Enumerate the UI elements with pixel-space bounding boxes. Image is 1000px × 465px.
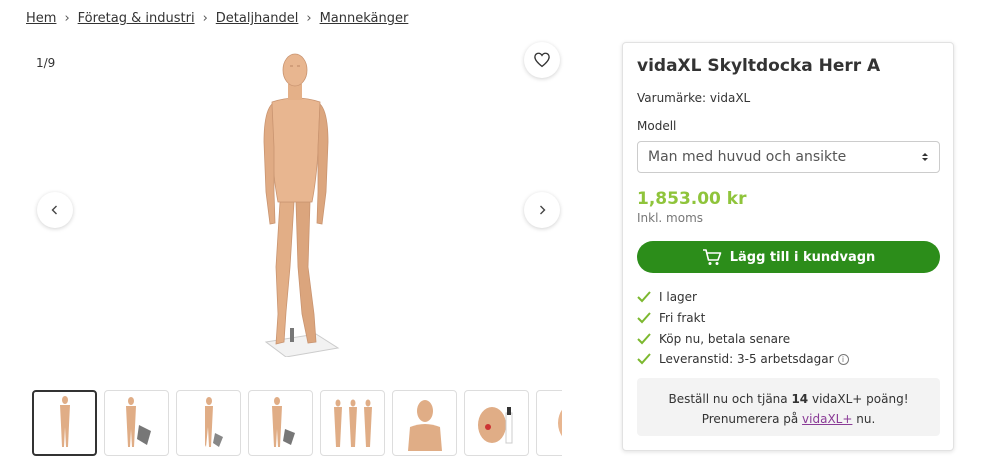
mannequin-detail-image bbox=[477, 407, 512, 444]
checkmark-icon bbox=[637, 312, 653, 324]
mannequin-thumb-image bbox=[333, 399, 372, 447]
model-select[interactable]: Man med huvud och ansikte bbox=[637, 141, 940, 173]
feature-text: Leveranstid: 3-5 arbetsdagar bbox=[659, 352, 834, 367]
breadcrumb-business-industry[interactable]: Företag & industri bbox=[78, 11, 195, 26]
thumbnail-3[interactable] bbox=[176, 390, 241, 456]
heart-icon bbox=[534, 52, 550, 68]
promo-text: nu. bbox=[852, 412, 876, 426]
checkmark-icon bbox=[637, 333, 653, 345]
mannequin-part-image bbox=[557, 409, 562, 437]
promo-text: Prenumerera på bbox=[701, 412, 803, 426]
feature-item: I lager bbox=[637, 287, 849, 308]
mannequin-thumb-image bbox=[125, 397, 151, 447]
thumbnail-2[interactable] bbox=[104, 390, 169, 456]
mannequin-thumb-image bbox=[204, 397, 223, 447]
add-to-cart-label: Lägg till i kundvagn bbox=[729, 249, 876, 265]
cart-icon bbox=[702, 249, 722, 265]
favorite-button[interactable] bbox=[524, 42, 560, 78]
mannequin-closeup-image bbox=[407, 400, 442, 451]
feature-text: Köp nu, betala senare bbox=[659, 331, 791, 346]
checkmark-icon bbox=[637, 291, 653, 303]
breadcrumb-separator: › bbox=[64, 11, 70, 26]
thumbnail-5[interactable] bbox=[320, 390, 385, 456]
breadcrumb-home[interactable]: Hem bbox=[26, 11, 56, 26]
breadcrumb: Hem › Företag & industri › Detaljhandel … bbox=[26, 11, 408, 26]
thumbnail-4[interactable] bbox=[248, 390, 313, 456]
feature-item: Fri frakt bbox=[637, 308, 849, 329]
next-image-button[interactable] bbox=[524, 192, 560, 228]
breadcrumb-separator: › bbox=[202, 11, 208, 26]
product-price: 1,853.00 kr bbox=[637, 189, 747, 209]
thumbnail-7[interactable] bbox=[464, 390, 529, 456]
feature-list: I lager Fri frakt Köp nu, betala senare … bbox=[637, 287, 849, 370]
product-gallery: 1/9 bbox=[26, 40, 560, 380]
feature-item: Leveranstid: 3-5 arbetsdagar i bbox=[637, 349, 849, 370]
thumbnail-8[interactable] bbox=[536, 390, 562, 456]
vidaxl-plus-link[interactable]: vidaXL+ bbox=[802, 412, 852, 426]
mannequin-thumb-image bbox=[271, 397, 295, 447]
breadcrumb-separator: › bbox=[306, 11, 312, 26]
thumbnail-strip bbox=[32, 390, 562, 458]
feature-text: I lager bbox=[659, 290, 697, 305]
mannequin-thumb-image bbox=[59, 396, 70, 447]
thumbnail-1[interactable] bbox=[32, 390, 97, 456]
feature-text: Fri frakt bbox=[659, 311, 706, 326]
loyalty-promo: Beställ nu och tjäna 14 vidaXL+ poäng! P… bbox=[637, 378, 940, 436]
chevron-right-icon bbox=[540, 205, 546, 215]
product-title: vidaXL Skyltdocka Herr A bbox=[637, 56, 881, 76]
product-info-panel: vidaXL Skyltdocka Herr A Varumärke: vida… bbox=[622, 42, 954, 451]
feature-item: Köp nu, betala senare bbox=[637, 328, 849, 349]
model-label: Modell bbox=[637, 119, 677, 133]
brand-text: Varumärke: vidaXL bbox=[637, 91, 751, 105]
add-to-cart-button[interactable]: Lägg till i kundvagn bbox=[637, 241, 940, 273]
promo-line-2: Prenumerera på vidaXL+ nu. bbox=[637, 409, 940, 429]
breadcrumb-retail[interactable]: Detaljhandel bbox=[216, 11, 299, 26]
chevron-left-icon bbox=[51, 205, 57, 215]
previous-image-button[interactable] bbox=[37, 192, 73, 228]
info-icon[interactable]: i bbox=[837, 353, 849, 365]
main-product-image bbox=[263, 53, 340, 357]
select-sort-icon bbox=[922, 153, 928, 161]
promo-text: Beställ nu och tjäna bbox=[668, 392, 792, 406]
thumbnail-6[interactable] bbox=[392, 390, 457, 456]
breadcrumb-mannequins[interactable]: Mannekänger bbox=[320, 11, 409, 26]
model-select-value: Man med huvud och ansikte bbox=[648, 149, 847, 165]
tax-note: Inkl. moms bbox=[637, 211, 704, 225]
promo-points: 14 bbox=[791, 392, 809, 406]
image-counter: 1/9 bbox=[36, 56, 56, 70]
checkmark-icon bbox=[637, 353, 653, 365]
promo-line-1: Beställ nu och tjäna 14 vidaXL+ poäng! bbox=[637, 389, 940, 409]
promo-text: vidaXL+ poäng! bbox=[808, 392, 909, 406]
